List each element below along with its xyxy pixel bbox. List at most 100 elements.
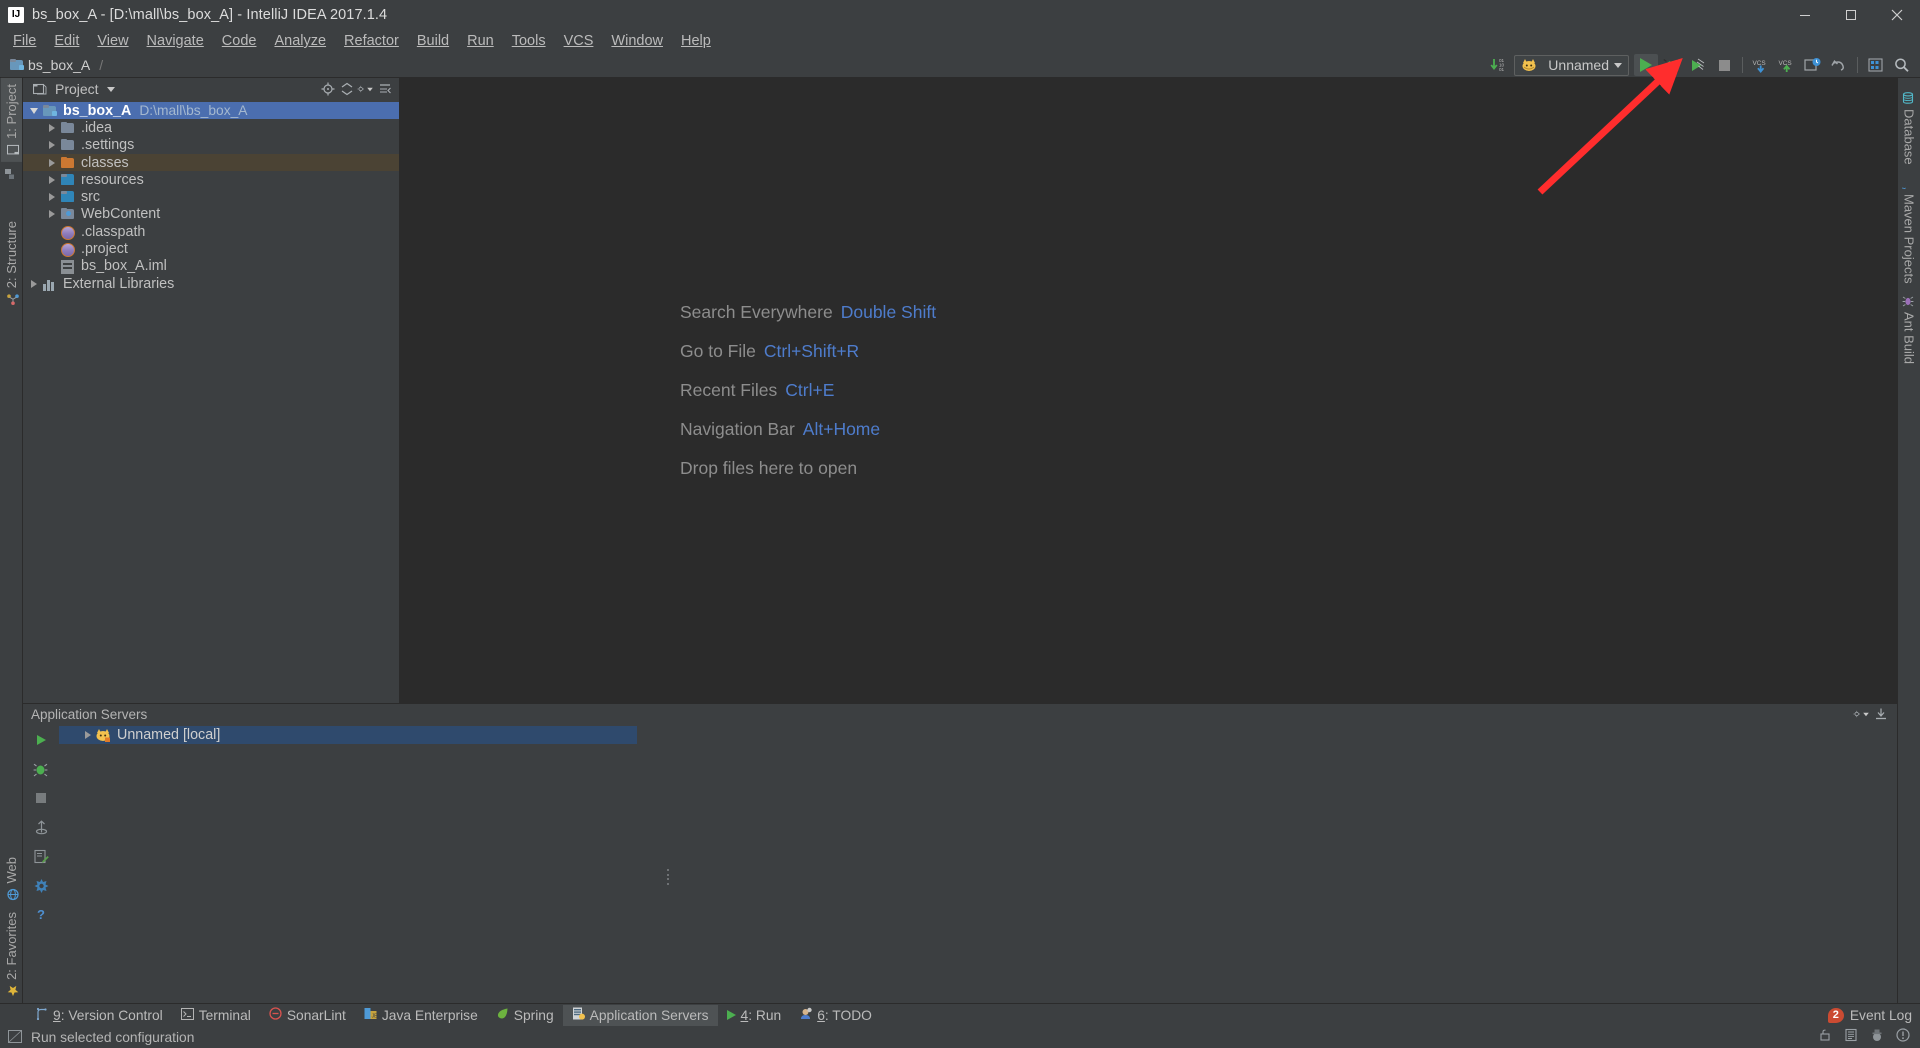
tree-row-idea[interactable]: .idea (23, 119, 399, 136)
run-button[interactable] (1634, 54, 1658, 76)
project-panel-header: Project (23, 78, 399, 100)
tree-row-external-libraries[interactable]: External Libraries (23, 275, 399, 292)
tree-row-iml[interactable]: bs_box_A.iml (23, 258, 399, 275)
minimize-icon[interactable] (1782, 0, 1828, 30)
twisty-collapsed-icon[interactable] (45, 121, 59, 135)
server-row-unnamed[interactable]: Unnamed [local] (59, 726, 637, 744)
twisty-collapsed-icon[interactable] (45, 190, 59, 204)
hint-shortcut: Alt+Home (802, 419, 881, 439)
chevron-down-icon[interactable] (106, 86, 115, 92)
tool-button-terminal[interactable]: Terminal (172, 1005, 260, 1026)
twisty-collapsed-icon[interactable] (27, 277, 41, 291)
tool-button-todo[interactable]: 6: TODO (790, 1005, 881, 1026)
menu-vcs[interactable]: VCS (555, 31, 603, 51)
vcs-commit-button[interactable]: VCS (1775, 54, 1799, 76)
tree-row-project-file[interactable]: .project (23, 240, 399, 258)
breadcrumb[interactable]: bs_box_A / (10, 57, 103, 73)
sidebar-item-ant-build[interactable]: Ant Build (1899, 289, 1920, 370)
application-servers-tool-window: Application Servers ? Unnamed [local] (23, 703, 1897, 1003)
error-icon[interactable] (1896, 1028, 1910, 1046)
tree-label: WebContent (81, 206, 161, 223)
tool-button-run[interactable]: 4: Run (718, 1005, 791, 1026)
twisty-collapsed-icon[interactable] (81, 728, 95, 742)
sidebar-item-structure-small[interactable] (2, 162, 21, 187)
help-button[interactable]: ? (30, 904, 52, 924)
sidebar-item-database[interactable]: Database (1899, 86, 1920, 171)
vcs-update-button[interactable]: VCS (1749, 54, 1773, 76)
menu-code-label: Code (221, 33, 257, 49)
menu-analyze[interactable]: Analyze (265, 31, 335, 51)
stop-button[interactable] (1712, 54, 1736, 76)
close-icon[interactable] (1874, 0, 1920, 30)
menu-edit[interactable]: Edit (45, 31, 88, 51)
tool-button-application-servers[interactable]: Application Servers (562, 1004, 718, 1026)
search-button[interactable] (1890, 54, 1914, 76)
run-configuration-name: Unnamed (1548, 57, 1609, 73)
sidebar-item-project[interactable]: 1: Project (0, 78, 22, 162)
memory-icon[interactable] (1844, 1028, 1858, 1046)
tree-row-bs-box-a[interactable]: bs_box_A D:\mall\bs_box_A (23, 102, 399, 120)
tree-row-classpath[interactable]: .classpath (23, 223, 399, 240)
svg-text:?: ? (37, 907, 45, 922)
hector-icon[interactable] (1870, 1028, 1884, 1046)
locate-icon[interactable] (319, 81, 336, 98)
maximize-icon[interactable] (1828, 0, 1874, 30)
tool-button-java-enterprise[interactable]: JE Java Enterprise (355, 1005, 487, 1026)
menu-run[interactable]: Run (458, 31, 503, 51)
undo-button[interactable] (1827, 54, 1851, 76)
tool-button-label: Terminal (198, 1007, 251, 1023)
sidebar-item-maven-projects[interactable]: m Maven Projects (1897, 171, 1920, 290)
menu-window[interactable]: Window (602, 31, 672, 51)
menu-help[interactable]: Help (672, 31, 720, 51)
twisty-collapsed-icon[interactable] (45, 173, 59, 187)
stop-button[interactable] (30, 788, 52, 808)
application-servers-list[interactable]: Unnamed [local] (59, 724, 1897, 1003)
deploy-button[interactable] (30, 817, 52, 837)
edit-configuration-button[interactable] (30, 846, 52, 866)
menu-navigate[interactable]: Navigate (138, 31, 213, 51)
update-project-icon[interactable]: 01 10 01 (1488, 54, 1512, 76)
hide-icon[interactable] (1872, 706, 1889, 723)
menu-file[interactable]: File (4, 31, 45, 51)
tool-button-version-control[interactable]: 9: Version Control (26, 1005, 172, 1026)
settings-button[interactable] (30, 875, 52, 895)
tree-row-resources[interactable]: resources (23, 171, 399, 188)
tree-row-classes[interactable]: classes (23, 153, 399, 172)
hide-icon[interactable] (376, 81, 393, 98)
project-tree[interactable]: bs_box_A D:\mall\bs_box_A .idea .setting… (23, 100, 399, 703)
editor-area[interactable]: Search Everywhere Double Shift Go to File… (400, 78, 1897, 703)
panel-splitter-handle[interactable] (663, 869, 673, 885)
tool-button-sonarlint[interactable]: SonarLint (260, 1005, 355, 1026)
sidebar-item-favorites[interactable]: 2: Favorites (1, 906, 22, 1003)
debug-button[interactable] (30, 759, 52, 779)
settings-icon[interactable] (357, 81, 374, 98)
ant-icon (1902, 295, 1916, 308)
event-log-button[interactable]: Event Log (1850, 1008, 1912, 1023)
settings-button[interactable] (1864, 54, 1888, 76)
menu-tools[interactable]: Tools (503, 31, 555, 51)
tool-button-spring[interactable]: Spring (487, 1005, 563, 1026)
menu-view[interactable]: View (88, 31, 137, 51)
tree-row-settings[interactable]: .settings (23, 137, 399, 154)
lock-icon[interactable] (1818, 1028, 1832, 1046)
folder-web-icon (61, 207, 77, 221)
twisty-expanded-icon[interactable] (27, 104, 41, 118)
twisty-collapsed-icon[interactable] (45, 138, 59, 152)
tree-row-webcontent[interactable]: WebContent (23, 206, 399, 223)
menu-build[interactable]: Build (408, 31, 458, 51)
sidebar-item-web[interactable]: Web (1, 851, 22, 907)
run-with-coverage-button[interactable] (1686, 54, 1710, 76)
menu-code[interactable]: Code (213, 31, 266, 51)
run-button[interactable] (30, 730, 52, 750)
twisty-collapsed-icon[interactable] (45, 207, 59, 221)
twisty-collapsed-icon[interactable] (45, 156, 59, 170)
local-history-button[interactable] (1801, 54, 1825, 76)
chevron-down-icon (1614, 62, 1622, 68)
sidebar-item-structure[interactable]: 2: Structure (1, 215, 22, 311)
run-configuration-selector[interactable]: Unnamed (1514, 54, 1629, 76)
tree-row-src[interactable]: src (23, 188, 399, 205)
debug-button[interactable] (1660, 54, 1684, 76)
menu-refactor[interactable]: Refactor (335, 31, 408, 51)
collapse-all-icon[interactable] (338, 81, 355, 98)
settings-icon[interactable] (1853, 706, 1870, 723)
